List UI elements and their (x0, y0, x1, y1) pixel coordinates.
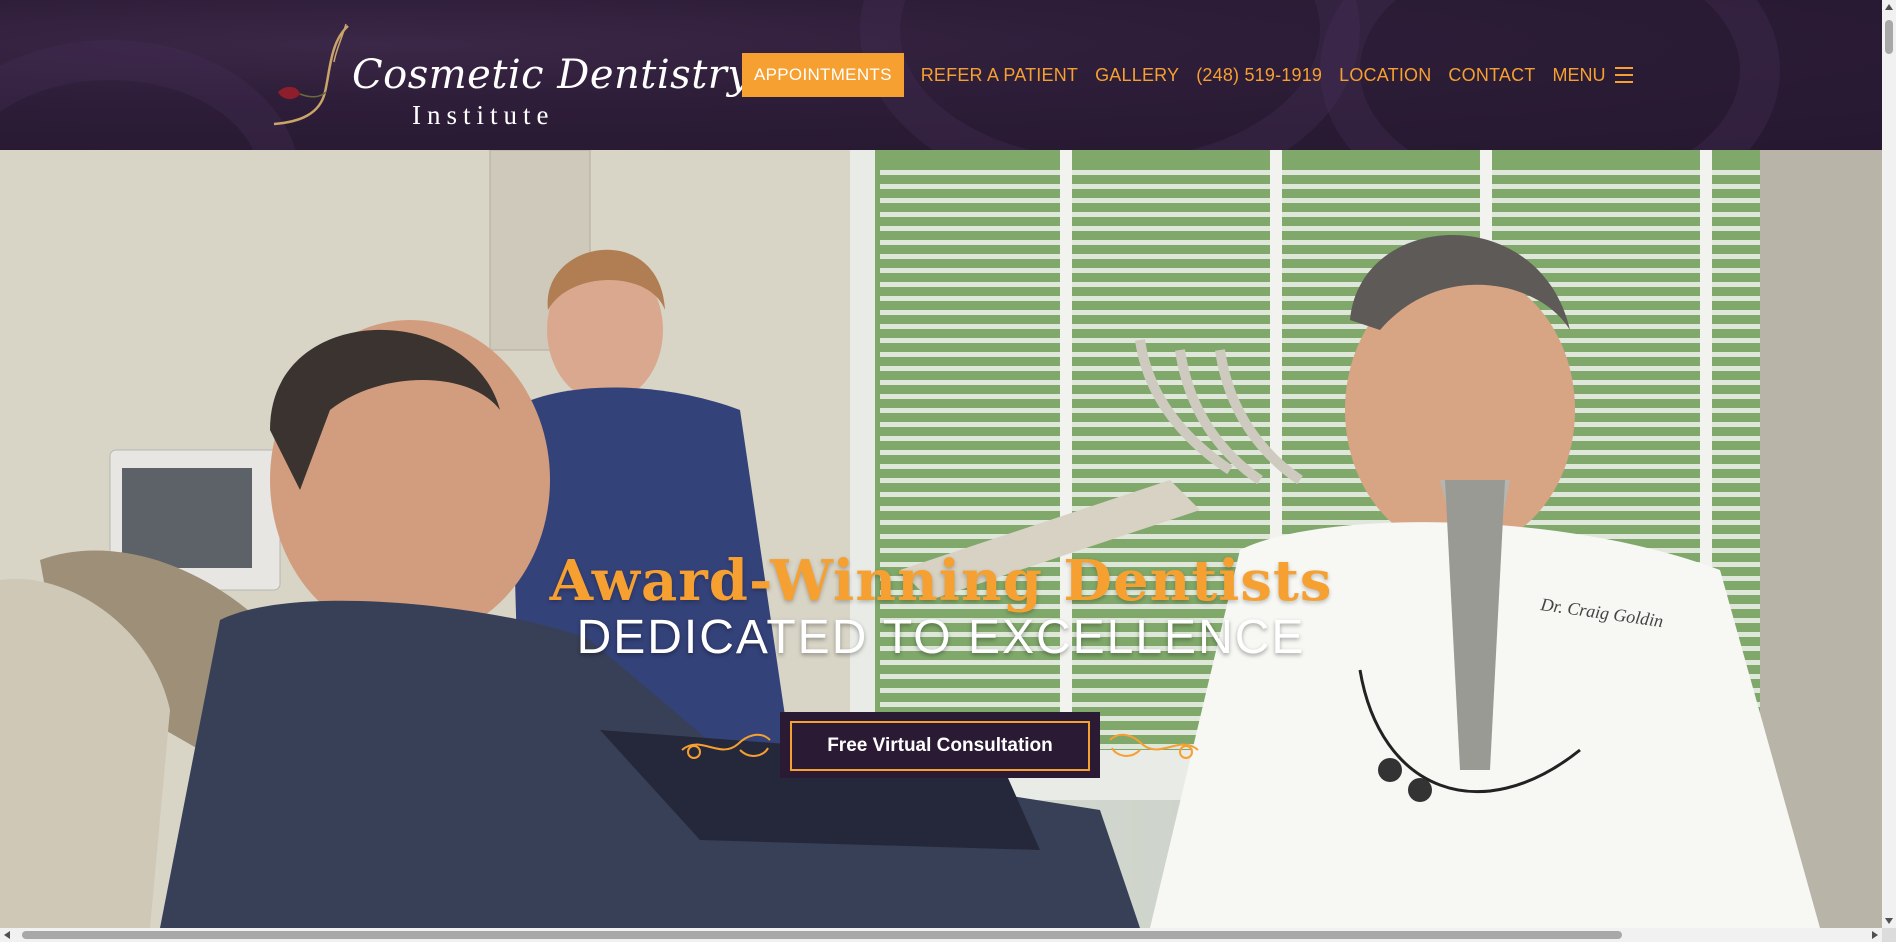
site-logo[interactable]: Cosmetic Dentistry Institute (270, 22, 750, 132)
scroll-right-icon[interactable] (1872, 931, 1878, 939)
header-decor-swirl (0, 40, 300, 150)
scroll-down-icon[interactable] (1885, 918, 1893, 924)
horizontal-scrollbar[interactable] (0, 928, 1882, 942)
nav-contact[interactable]: CONTACT (1448, 65, 1535, 86)
free-virtual-consultation-button[interactable]: Free Virtual Consultation (790, 721, 1090, 771)
scrollbar-corner (1882, 928, 1896, 942)
hero-subheadline: DEDICATED TO EXCELLENCE (576, 611, 1306, 664)
logo-wordmark: Cosmetic Dentistry (352, 52, 751, 98)
horizontal-scroll-thumb[interactable] (22, 931, 1622, 939)
flourish-left-icon (681, 733, 771, 759)
hero-headline: Award-Winning Dentists (549, 548, 1333, 614)
scroll-up-icon[interactable] (1885, 4, 1893, 10)
vertical-scroll-thumb[interactable] (1885, 20, 1893, 54)
flourish-right-icon (1109, 733, 1199, 759)
nav-phone[interactable]: (248) 519-1919 (1196, 65, 1322, 86)
scroll-left-icon[interactable] (4, 931, 10, 939)
nav-gallery[interactable]: GALLERY (1095, 65, 1179, 86)
appointments-button[interactable]: APPOINTMENTS (742, 53, 904, 97)
hero-heading-group: Award-Winning Dentists DEDICATED TO EXCE… (0, 550, 1882, 664)
dentist-office-photo: Dr. Craig Goldin (0, 150, 1882, 928)
hero-section: Dr. Craig Goldin Award-Winning Dentists … (0, 150, 1882, 928)
logo-subtitle: Institute (412, 100, 555, 130)
nav-location[interactable]: LOCATION (1339, 65, 1431, 86)
menu-label: MENU (1552, 64, 1606, 85)
vertical-scrollbar[interactable] (1882, 0, 1896, 928)
hamburger-icon (1615, 67, 1634, 83)
menu-button[interactable]: MENU (1552, 64, 1634, 86)
site-header: Cosmetic Dentistry Institute APPOINTMENT… (0, 0, 1882, 150)
cta-container: Free Virtual Consultation (780, 712, 1100, 778)
nav-refer-a-patient[interactable]: REFER A PATIENT (921, 65, 1078, 86)
main-nav: APPOINTMENTS REFER A PATIENT GALLERY (24… (742, 53, 1634, 97)
